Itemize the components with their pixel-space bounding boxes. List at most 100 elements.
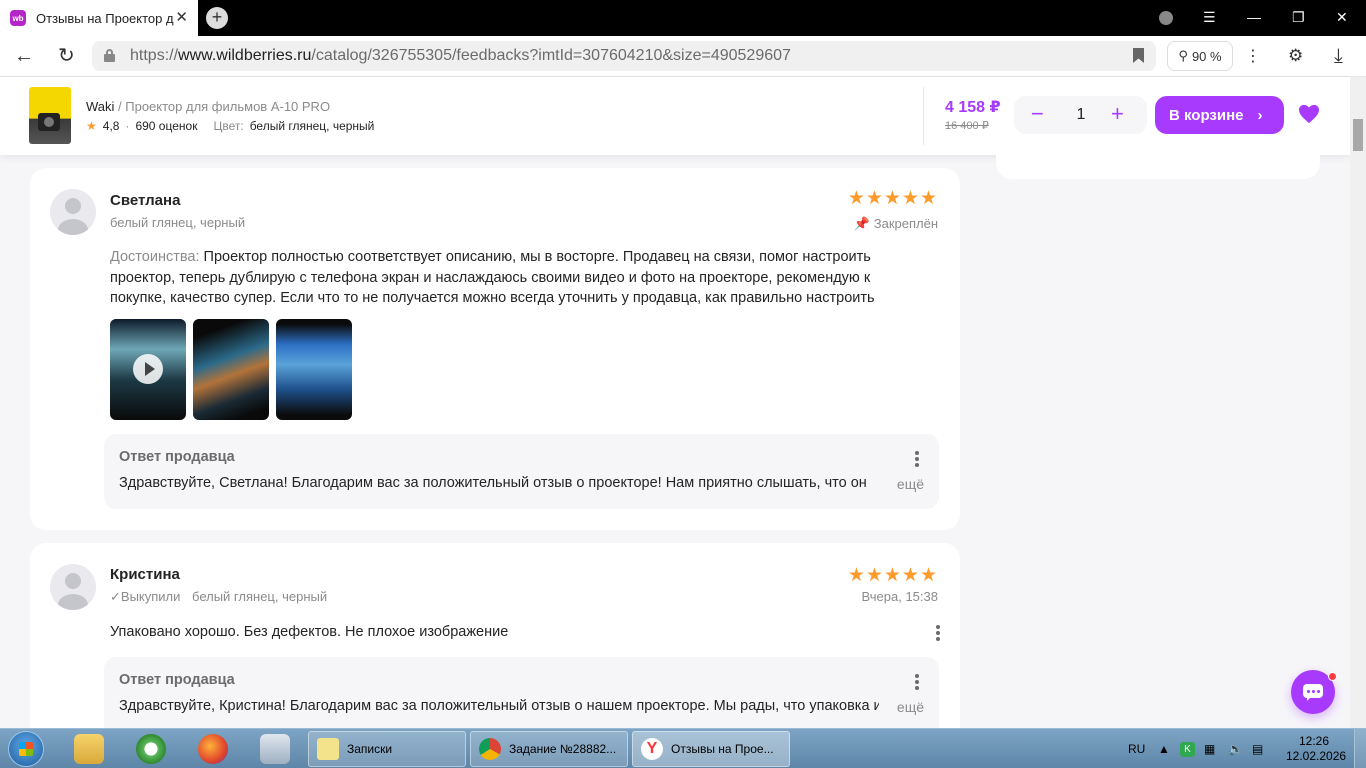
reviews-count[interactable]: 690 оценок bbox=[135, 119, 197, 133]
lock-icon bbox=[104, 49, 115, 62]
review-author: Светлана bbox=[110, 192, 181, 209]
language-indicator[interactable]: RU bbox=[1128, 729, 1145, 768]
aside-panel bbox=[996, 150, 1320, 179]
heart-icon[interactable] bbox=[1298, 104, 1320, 124]
url-field[interactable]: https://www.wildberries.ru/catalog/32675… bbox=[92, 41, 1156, 71]
minimize-button[interactable]: — bbox=[1247, 8, 1261, 26]
seller-reply: Ответ продавца Здравствуйте, Светлана! Б… bbox=[104, 434, 939, 509]
avatar bbox=[50, 189, 96, 235]
review-meta: ✓Выкупили белый глянец, черный bbox=[110, 589, 327, 605]
color-value: белый глянец, черный bbox=[249, 119, 375, 133]
show-more-link[interactable]: ещё bbox=[897, 699, 924, 715]
review-stars: ★★★★★ bbox=[847, 188, 938, 209]
cart-label: В корзине bbox=[1169, 106, 1244, 124]
product-title[interactable]: Waki / Проектор для фильмов А-10 PRO bbox=[86, 99, 330, 114]
review-date: Вчера, 15:38 bbox=[861, 589, 938, 604]
seller-reply: Ответ продавца Здравствуйте, Кристина! Б… bbox=[104, 657, 939, 737]
wildberries-favicon-icon: wb bbox=[10, 10, 26, 26]
review-video-thumbnail[interactable] bbox=[110, 319, 186, 420]
bought-label: Выкупили bbox=[120, 589, 181, 604]
review-text: Достоинства: Проектор полностью соответс… bbox=[110, 247, 930, 309]
product-rating: 4,8 bbox=[102, 119, 120, 133]
show-more-link[interactable]: ещё bbox=[897, 476, 924, 492]
page-scrollbar[interactable] bbox=[1350, 77, 1366, 728]
zoom-value: 90 % bbox=[1191, 48, 1222, 64]
menu-icon[interactable]: ☰ bbox=[1203, 8, 1216, 26]
extensions-icon[interactable]: ⚙ bbox=[1288, 45, 1303, 67]
pin-icon: 📌 bbox=[853, 216, 871, 231]
review-variant: белый глянец, черный bbox=[110, 215, 246, 230]
review-photos bbox=[110, 319, 352, 420]
tab-title: Отзывы на Проектор д bbox=[36, 10, 174, 26]
scroll-thumb[interactable] bbox=[1353, 119, 1363, 151]
back-icon[interactable]: ← bbox=[14, 45, 34, 67]
more-options-icon[interactable] bbox=[936, 625, 940, 641]
address-bar: ← ↻ https://www.wildberries.ru/catalog/3… bbox=[0, 36, 1366, 77]
product-thumbnail[interactable] bbox=[29, 87, 71, 144]
minus-icon[interactable]: − bbox=[1031, 102, 1044, 126]
file-explorer-icon[interactable] bbox=[74, 734, 104, 764]
taskbar: Записки Задание №28882... Y Отзывы на Пр… bbox=[0, 728, 1366, 768]
price: 4 158 ₽ bbox=[945, 99, 1001, 116]
review-card: Кристина ✓Выкупили белый глянец, черный … bbox=[30, 543, 960, 753]
chrome-icon bbox=[479, 738, 501, 760]
review-stars: ★★★★★ bbox=[847, 565, 938, 586]
tab-close-icon[interactable]: ✕ bbox=[175, 10, 188, 26]
more-options-icon[interactable] bbox=[915, 451, 919, 467]
reload-icon[interactable]: ↻ bbox=[58, 45, 75, 67]
url-text: https://www.wildberries.ru/catalog/32675… bbox=[130, 47, 791, 64]
avatar bbox=[50, 564, 96, 610]
more-options-icon[interactable] bbox=[915, 674, 919, 690]
sticky-notes-icon bbox=[317, 738, 339, 760]
chat-icon bbox=[1303, 684, 1323, 701]
product-rating-line: ★ 4,8 · 690 оценок Цвет: белый глянец, ч… bbox=[86, 119, 375, 133]
play-icon bbox=[133, 354, 163, 384]
close-window-button[interactable]: ✕ bbox=[1336, 8, 1348, 26]
product-sticky-header: Waki / Проектор для фильмов А-10 PRO ★ 4… bbox=[0, 77, 1350, 155]
review-photo-thumbnail[interactable] bbox=[193, 319, 269, 420]
divider bbox=[923, 87, 924, 145]
show-hidden-icons[interactable]: ▲ bbox=[1158, 729, 1170, 768]
pinned-label: 📌 Закреплён bbox=[853, 216, 938, 231]
quantity-value: 1 bbox=[1076, 106, 1086, 123]
tray-app-icon[interactable]: ▦ bbox=[1204, 729, 1215, 768]
taskbar-task[interactable]: Записки bbox=[308, 731, 466, 767]
network-icon[interactable]: ▤ bbox=[1252, 729, 1263, 768]
in-cart-button[interactable]: В корзине › bbox=[1155, 96, 1284, 134]
review-body: Проектор полностью соответствует описани… bbox=[110, 249, 875, 306]
app-icon[interactable] bbox=[136, 734, 166, 764]
new-tab-button[interactable]: + bbox=[206, 7, 228, 29]
bookmark-icon[interactable] bbox=[1133, 48, 1144, 63]
clock[interactable]: 12:26 12.02.2026 bbox=[1286, 734, 1346, 764]
taskbar-task[interactable]: Задание №28882... bbox=[470, 731, 628, 767]
plus-icon[interactable]: + bbox=[1111, 102, 1124, 126]
notification-dot bbox=[1328, 672, 1337, 681]
taskbar-task[interactable]: Y Отзывы на Прое... bbox=[632, 731, 790, 767]
profile-icon[interactable] bbox=[1159, 11, 1173, 25]
old-price: 16 400 ₽ bbox=[945, 120, 989, 132]
show-desktop-button[interactable] bbox=[1354, 729, 1366, 768]
review-photo-thumbnail[interactable] bbox=[276, 319, 352, 420]
restore-button[interactable]: ❐ bbox=[1292, 8, 1305, 26]
review-author: Кристина bbox=[110, 566, 180, 583]
color-label: Цвет: bbox=[213, 119, 244, 133]
chevron-right-icon: › bbox=[1257, 106, 1263, 124]
start-button[interactable] bbox=[8, 731, 44, 767]
seller-reply-title: Ответ продавца bbox=[119, 672, 235, 688]
volume-icon[interactable]: 🔈 bbox=[1228, 729, 1243, 768]
page-menu-icon[interactable]: ⋮ bbox=[1245, 46, 1261, 66]
firefox-icon[interactable] bbox=[198, 734, 228, 764]
clock-time: 12:26 bbox=[1298, 734, 1330, 748]
chat-button[interactable] bbox=[1291, 670, 1337, 714]
brand-name[interactable]: Waki bbox=[86, 99, 114, 114]
star-icon: ★ bbox=[86, 119, 97, 133]
calculator-icon[interactable] bbox=[260, 734, 290, 764]
seller-reply-title: Ответ продавца bbox=[119, 449, 235, 465]
check-icon: ✓ bbox=[110, 589, 121, 604]
kaspersky-icon[interactable]: K bbox=[1180, 729, 1195, 768]
browser-tab[interactable]: wb Отзывы на Проектор д ✕ bbox=[0, 0, 198, 36]
yandex-browser-icon: Y bbox=[641, 738, 663, 760]
pros-label: Достоинства: bbox=[110, 249, 200, 265]
zoom-indicator[interactable]: ⚲ 90 % bbox=[1167, 41, 1233, 71]
downloads-icon[interactable]: ⤓ bbox=[1334, 45, 1343, 67]
